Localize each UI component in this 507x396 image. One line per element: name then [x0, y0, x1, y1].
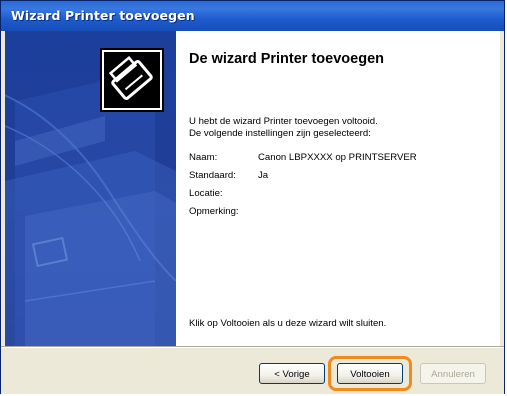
- wizard-content: De wizard Printer toevoegen U hebt de wi…: [5, 31, 500, 347]
- setting-label-location: Locatie:: [189, 188, 223, 199]
- cancel-button[interactable]: Annuleren: [420, 363, 486, 384]
- footer-instruction: Klik op Voltooien als u deze wizard wilt…: [189, 318, 387, 329]
- setting-label-name: Naam:: [189, 152, 218, 163]
- intro-line-1: U hebt de wizard Printer toevoegen volto…: [189, 116, 378, 127]
- printer-icon: [100, 48, 164, 112]
- setting-value-default: Ja: [258, 170, 269, 181]
- window-title: Wizard Printer toevoegen: [11, 8, 195, 23]
- setting-value-name: Canon LBPXXXX op PRINTSERVER: [258, 152, 417, 163]
- setting-label-default: Standaard:: [189, 170, 236, 181]
- wizard-side-panel: [5, 31, 176, 347]
- setting-label-comment: Opmerking:: [189, 206, 239, 217]
- button-bar: < Vorige Voltooien Annuleren: [1, 347, 504, 394]
- title-bar[interactable]: Wizard Printer toevoegen: [1, 1, 504, 31]
- wizard-main-area: De wizard Printer toevoegen U hebt de wi…: [176, 31, 500, 347]
- finish-button[interactable]: Voltooien: [337, 363, 403, 384]
- page-title: De wizard Printer toevoegen: [189, 51, 384, 67]
- back-button[interactable]: < Vorige: [259, 363, 325, 384]
- intro-line-2: De volgende instellingen zijn geselectee…: [189, 128, 371, 139]
- wizard-window: Wizard Printer toevoegen De wizard Print…: [0, 0, 505, 394]
